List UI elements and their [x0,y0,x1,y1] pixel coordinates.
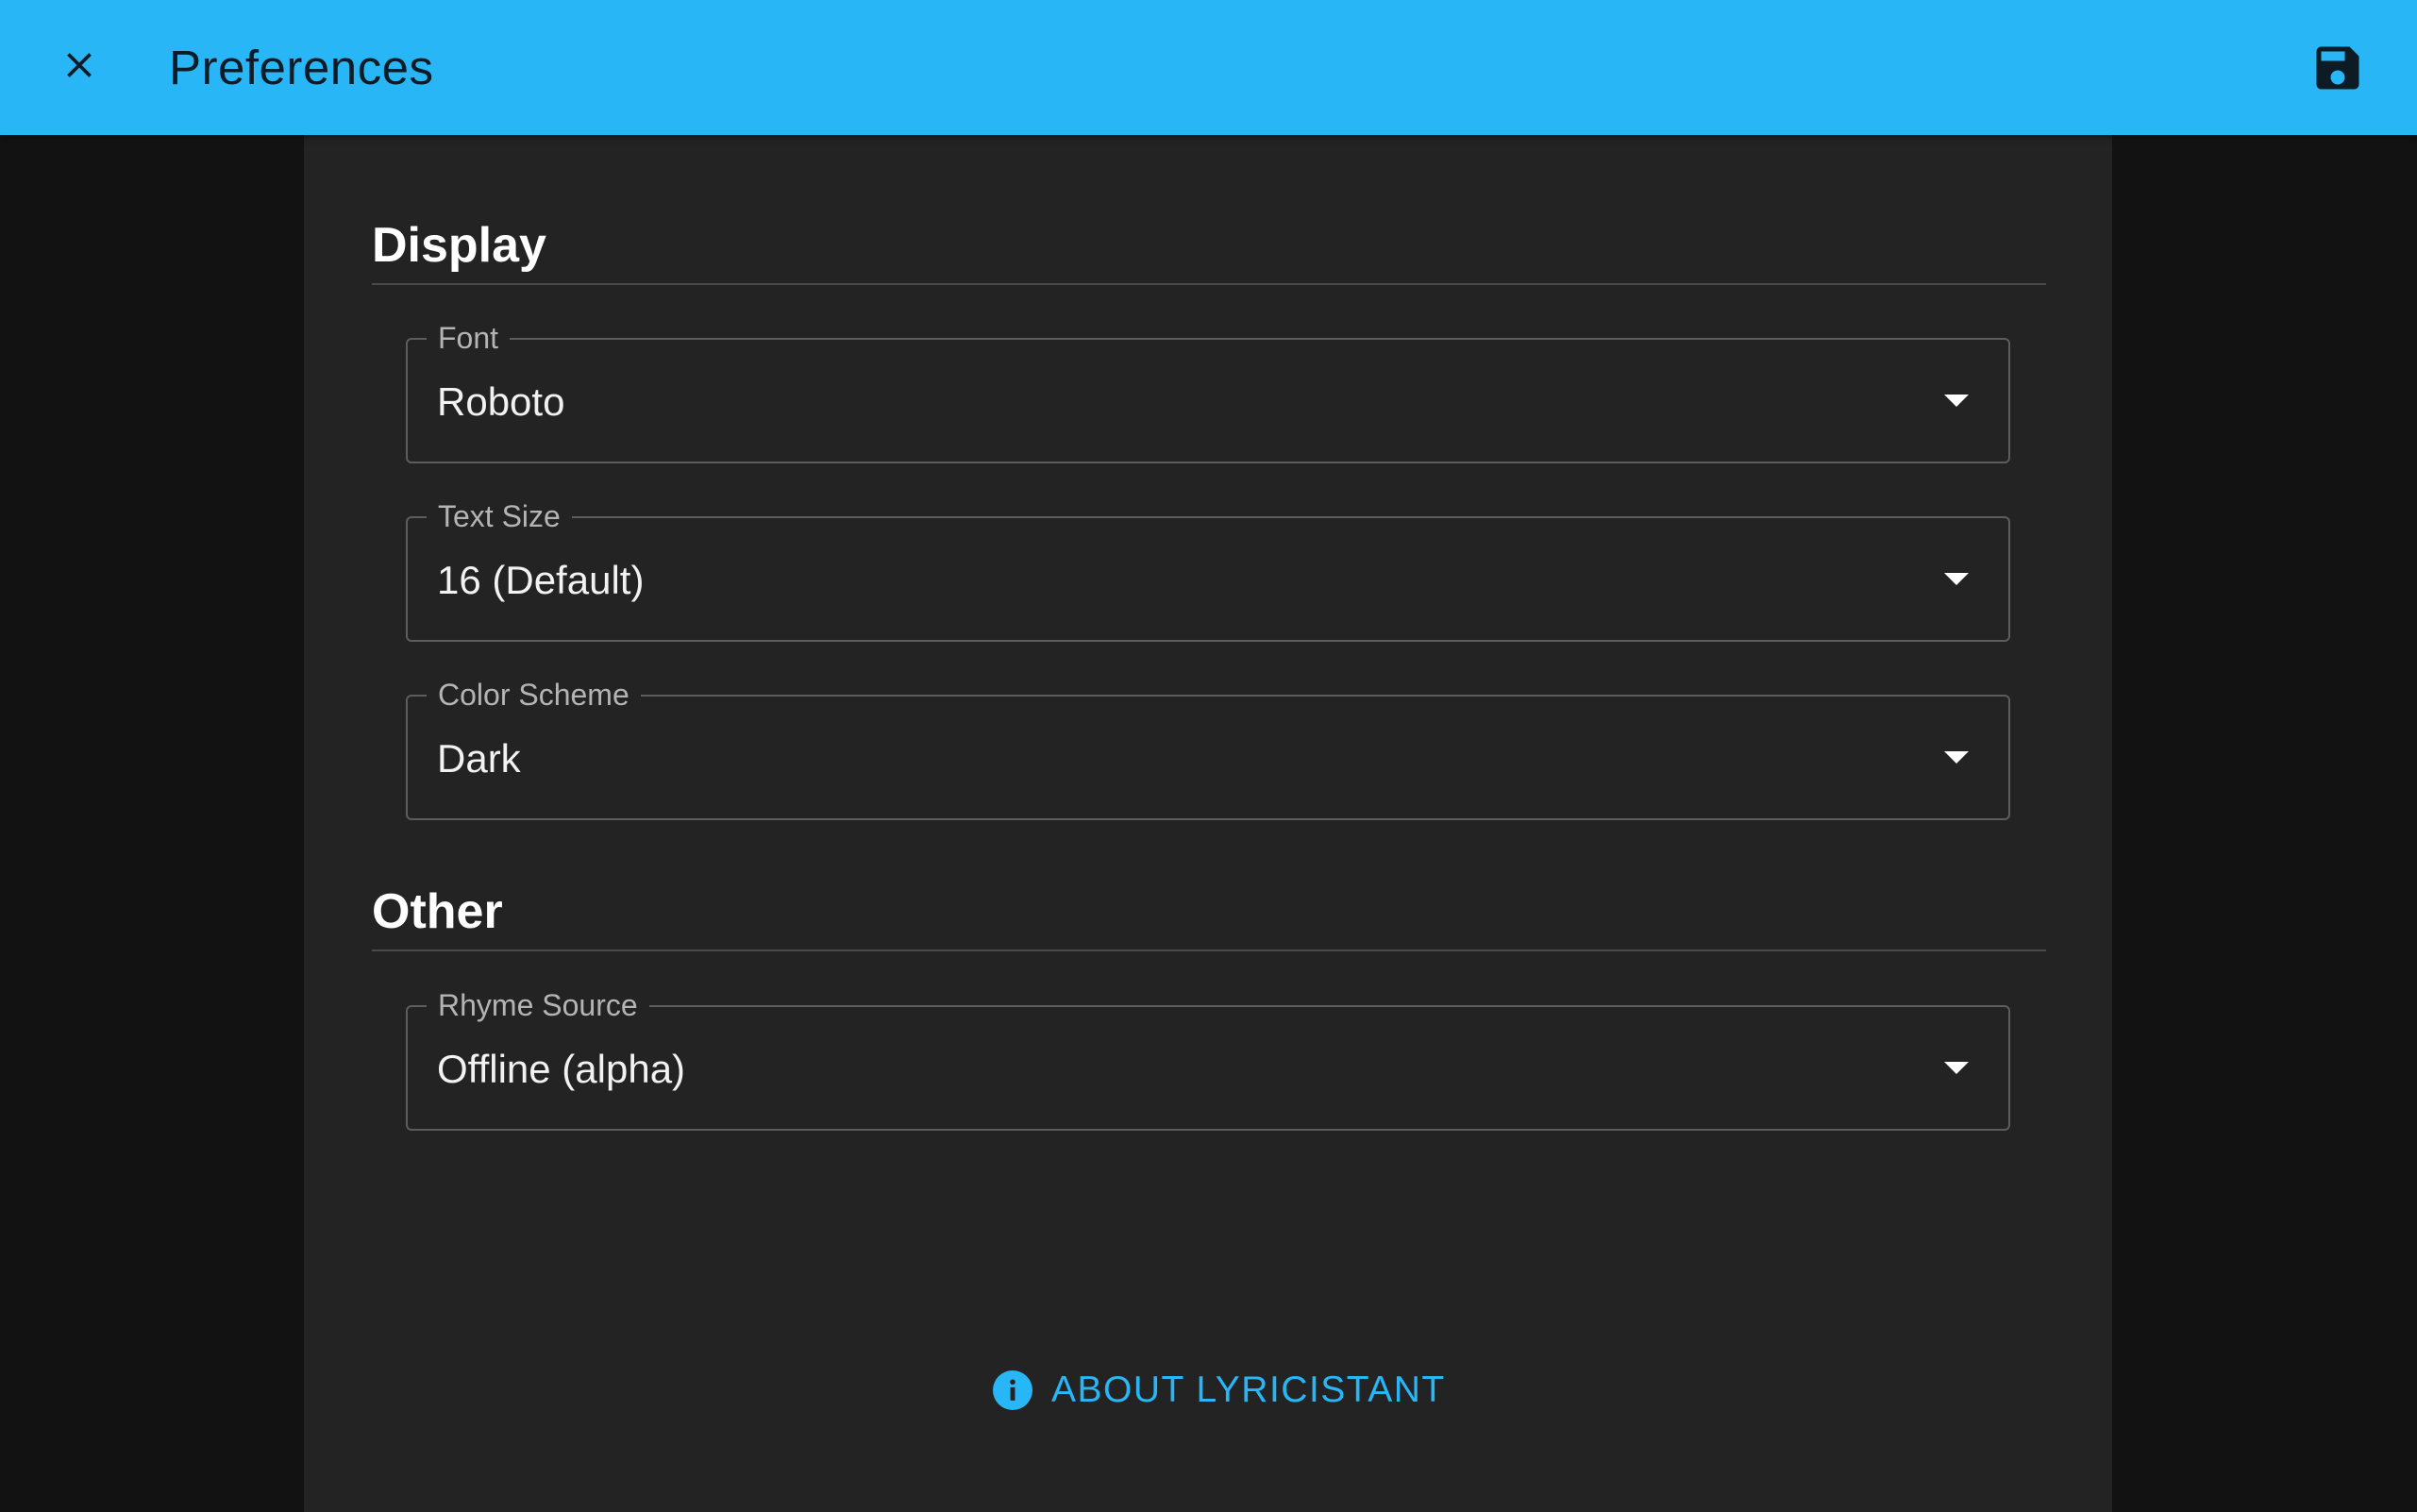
section-divider [372,283,2046,285]
font-value: Roboto [437,379,565,424]
about-button[interactable]: ABOUT LYRICISTANT [993,1362,1446,1419]
color-scheme-value: Dark [437,736,521,781]
dropdown-arrow-icon [1944,573,1969,585]
info-icon [993,1370,1032,1410]
dropdown-arrow-icon [1944,1062,1969,1074]
dropdown-arrow-icon [1944,395,1969,407]
rhyme-source-select[interactable]: Rhyme Source Offline (alpha) [406,986,2010,1131]
preferences-panel: Display Font Roboto Text Size 16 (Defaul… [304,135,2112,1512]
rhyme-source-value: Offline (alpha) [437,1047,686,1091]
close-button[interactable] [45,31,113,99]
close-icon [67,53,92,77]
font-label: Font [427,319,511,357]
text-size-label: Text Size [427,497,572,535]
section-title-display: Display [372,218,546,273]
save-icon [2316,46,2359,90]
page-title: Preferences [169,41,434,94]
app-bar: Preferences [0,0,2417,135]
save-button[interactable] [2304,34,2372,102]
text-size-value: 16 (Default) [437,558,645,602]
text-size-select[interactable]: Text Size 16 (Default) [406,497,2010,642]
section-title-other: Other [372,884,503,939]
font-select[interactable]: Font Roboto [406,319,2010,463]
rhyme-source-label: Rhyme Source [427,986,649,1024]
color-scheme-label: Color Scheme [427,676,641,714]
section-divider [372,949,2046,951]
dropdown-arrow-icon [1944,751,1969,764]
color-scheme-select[interactable]: Color Scheme Dark [406,676,2010,820]
about-label: ABOUT LYRICISTANT [1051,1369,1446,1410]
